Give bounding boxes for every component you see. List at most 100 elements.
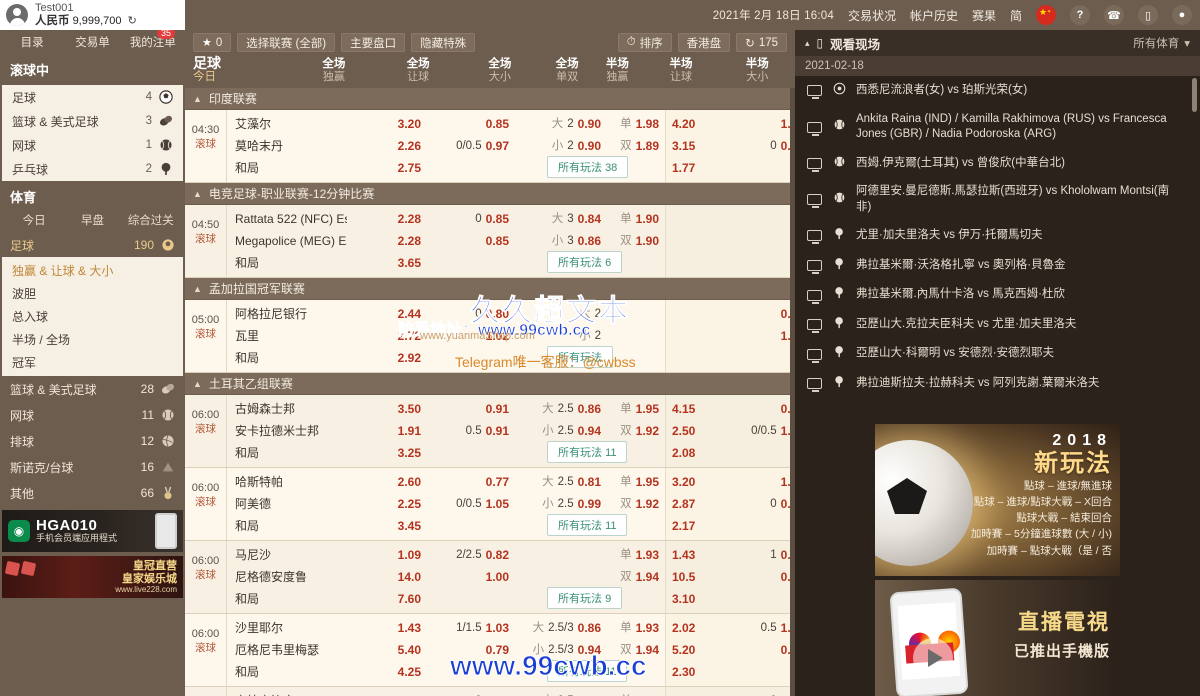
- ft-1x2-odd[interactable]: 2.28: [398, 230, 421, 252]
- ft-ou-odd[interactable]: 0.94: [578, 639, 601, 661]
- ft-oe-odd[interactable]: 1.92: [636, 493, 659, 515]
- collapse-icon[interactable]: ▲: [193, 379, 202, 389]
- ft-ou-odd[interactable]: 0.84: [578, 208, 601, 230]
- collapse-icon[interactable]: ▴: [805, 38, 810, 49]
- sidebar-item-football[interactable]: 足球 190: [0, 233, 185, 257]
- ft-1x2-odd[interactable]: 14.0: [398, 566, 421, 588]
- all-markets-button[interactable]: 所有玩法: [547, 346, 613, 368]
- ft-hcp-odd[interactable]: 0.80: [486, 303, 509, 325]
- ht-1x2-odd[interactable]: 1.77: [672, 157, 695, 179]
- stream-list-item[interactable]: 西姆.伊克爾(土耳其) vs 曾俊欣(中華台北): [795, 149, 1200, 179]
- favorites-button[interactable]: ★ 0: [193, 33, 231, 52]
- ft-oe-odd[interactable]: 1.89: [636, 135, 659, 157]
- match-row[interactable]: 04:50滚球Rattata 522 (NFC) EsportsMegapoli…: [185, 205, 795, 278]
- market-ht-ft[interactable]: 半场 / 全场: [2, 328, 183, 351]
- main-market-button[interactable]: 主要盘口: [341, 33, 405, 52]
- ft-ou-odd[interactable]: 0.95: [578, 690, 601, 696]
- ht-1x2-odd[interactable]: 2.02: [672, 617, 695, 639]
- ht-1x2-odd[interactable]: 3.10: [672, 588, 695, 610]
- ft-1x2-odd[interactable]: 1.91: [398, 420, 421, 442]
- ft-ou-odd[interactable]: 0.90: [578, 113, 601, 135]
- ft-1x2-odd[interactable]: 7.60: [398, 588, 421, 610]
- ft-ou-odd[interactable]: 0.99: [578, 493, 601, 515]
- banner-hga010[interactable]: ◉ HGA010 手机会员端应用程式: [2, 510, 183, 552]
- sidebar-item-live-tabletennis[interactable]: 乒乓球 2: [2, 157, 183, 181]
- ft-1x2-odd[interactable]: 3.50: [398, 398, 421, 420]
- home-team[interactable]: 古姆森士邦: [235, 398, 347, 420]
- ft-oe-odd[interactable]: 1.93: [636, 544, 659, 566]
- away-team[interactable]: 厄格尼韦里梅瑟: [235, 639, 347, 661]
- ft-1x2-odd[interactable]: 3.65: [398, 252, 421, 274]
- china-flag-icon[interactable]: [1036, 5, 1056, 25]
- ft-hcp-odd[interactable]: 0.93: [486, 690, 509, 696]
- ft-hcp-odd[interactable]: 0.79: [486, 639, 509, 661]
- ft-oe-odd[interactable]: 1.98: [636, 113, 659, 135]
- all-markets-button[interactable]: 所有玩法 6: [547, 251, 622, 273]
- market-total-goals[interactable]: 总入球: [2, 305, 183, 328]
- stream-list-item[interactable]: 弗拉迪斯拉夫·拉赫科夫 vs 阿列克謝.葉爾米洛夫: [795, 369, 1200, 399]
- subtab-today[interactable]: 今日: [6, 212, 62, 228]
- sidebar-item-snooker[interactable]: 斯诺克/台球 16: [0, 454, 185, 480]
- ht-1x2-odd[interactable]: 5.20: [672, 639, 695, 661]
- ft-1x2-odd[interactable]: 2.92: [398, 347, 421, 369]
- sport-filter-dropdown[interactable]: 所有体育 ▾: [1133, 35, 1190, 51]
- ft-hcp-odd[interactable]: 0.82: [486, 544, 509, 566]
- away-team[interactable]: 安卡拉德米士邦: [235, 420, 347, 442]
- monitor-icon[interactable]: [807, 349, 822, 360]
- ht-1x2-odd[interactable]: 2.30: [672, 661, 695, 683]
- market-1x2-hcp-ou[interactable]: 独赢 & 让球 & 大小: [2, 259, 183, 282]
- ft-1x2-odd[interactable]: 3.20: [398, 113, 421, 135]
- away-team[interactable]: 尼格德安度鲁: [235, 566, 347, 588]
- ft-1x2-odd[interactable]: 3.45: [398, 515, 421, 537]
- match-row[interactable]: 05:00滚球阿格拉尼银行瓦里和局2.442.722.9200.801.02大2…: [185, 300, 795, 373]
- home-team[interactable]: 艾藻尔: [235, 113, 347, 135]
- market-correct-score[interactable]: 波胆: [2, 282, 183, 305]
- away-team[interactable]: Megapolice (MEG) Esports: [235, 230, 347, 252]
- play-button-icon[interactable]: [913, 638, 953, 678]
- ft-1x2-odd[interactable]: 2.48: [398, 690, 421, 696]
- sidebar-item-live-football[interactable]: 足球 4: [2, 85, 183, 109]
- ht-1x2-odd[interactable]: 2.87: [672, 493, 695, 515]
- monitor-icon[interactable]: [807, 194, 822, 205]
- collapse-icon[interactable]: ▲: [193, 284, 202, 294]
- ft-hcp-odd[interactable]: 0.85: [486, 208, 509, 230]
- ad-live-tv[interactable]: 直播電視 已推出手機版: [875, 580, 1120, 696]
- chat-icon[interactable]: ●: [1172, 5, 1192, 25]
- ft-1x2-odd[interactable]: 3.25: [398, 442, 421, 464]
- ft-oe-odd[interactable]: 1.95: [636, 398, 659, 420]
- stream-list-item[interactable]: 阿德里安.曼尼德斯.馬瑟拉斯(西班牙) vs Khololwam Montsi(…: [795, 178, 1200, 221]
- ft-1x2-odd[interactable]: 1.43: [398, 617, 421, 639]
- stream-list-item[interactable]: 弗拉基米爾.內馬什卡洛 vs 馬克西姆·杜欣: [795, 280, 1200, 310]
- league-header[interactable]: ▲印度联赛: [185, 88, 795, 110]
- draw-label[interactable]: 和局: [235, 157, 347, 179]
- league-header[interactable]: ▲电竞足球-职业联赛-12分钟比赛: [185, 183, 795, 205]
- ft-hcp-odd[interactable]: 1.05: [486, 493, 509, 515]
- ft-ou-odd[interactable]: 0.86: [578, 398, 601, 420]
- ft-hcp-odd[interactable]: 0.91: [486, 420, 509, 442]
- home-team[interactable]: 哈斯特帕: [235, 471, 347, 493]
- market-outright[interactable]: 冠军: [2, 351, 183, 374]
- ht-1x2-odd[interactable]: 10.5: [672, 566, 695, 588]
- draw-label[interactable]: 和局: [235, 588, 347, 610]
- sidebar-tab-betslip[interactable]: 交易单: [62, 34, 122, 50]
- league-header[interactable]: ▲孟加拉国冠军联赛: [185, 278, 795, 300]
- monitor-icon[interactable]: [807, 230, 822, 241]
- ft-1x2-odd[interactable]: 4.25: [398, 661, 421, 683]
- match-row[interactable]: 06:00滚球卡拉卡比亦克拉蕾利士邦和局2.482.543.1000.930.8…: [185, 687, 795, 696]
- league-header[interactable]: ▲土耳其乙组联赛: [185, 373, 795, 395]
- ft-1x2-odd[interactable]: 5.40: [398, 639, 421, 661]
- scrollbar-thumb[interactable]: [1192, 78, 1197, 112]
- ft-1x2-odd[interactable]: 2.26: [398, 135, 421, 157]
- ft-oe-odd[interactable]: 1.96: [636, 690, 659, 696]
- monitor-icon[interactable]: [807, 378, 822, 389]
- all-markets-button[interactable]: 所有玩法 38: [547, 156, 628, 178]
- match-list[interactable]: ▲印度联赛04:30滚球艾藻尔莫哈末丹和局3.202.262.750.850/0…: [185, 88, 795, 696]
- ht-1x2-odd[interactable]: 2.08: [672, 442, 695, 464]
- monitor-icon[interactable]: [807, 290, 822, 301]
- ft-hcp-odd[interactable]: 0.85: [486, 230, 509, 252]
- monitor-icon[interactable]: ▯: [1138, 5, 1158, 25]
- ht-1x2-odd[interactable]: 2.17: [672, 515, 695, 537]
- match-row[interactable]: 06:00滚球哈斯特帕阿美德和局2.602.253.450.770/0.51.0…: [185, 468, 795, 541]
- monitor-icon[interactable]: [807, 319, 822, 330]
- ft-oe-odd[interactable]: 1.93: [636, 617, 659, 639]
